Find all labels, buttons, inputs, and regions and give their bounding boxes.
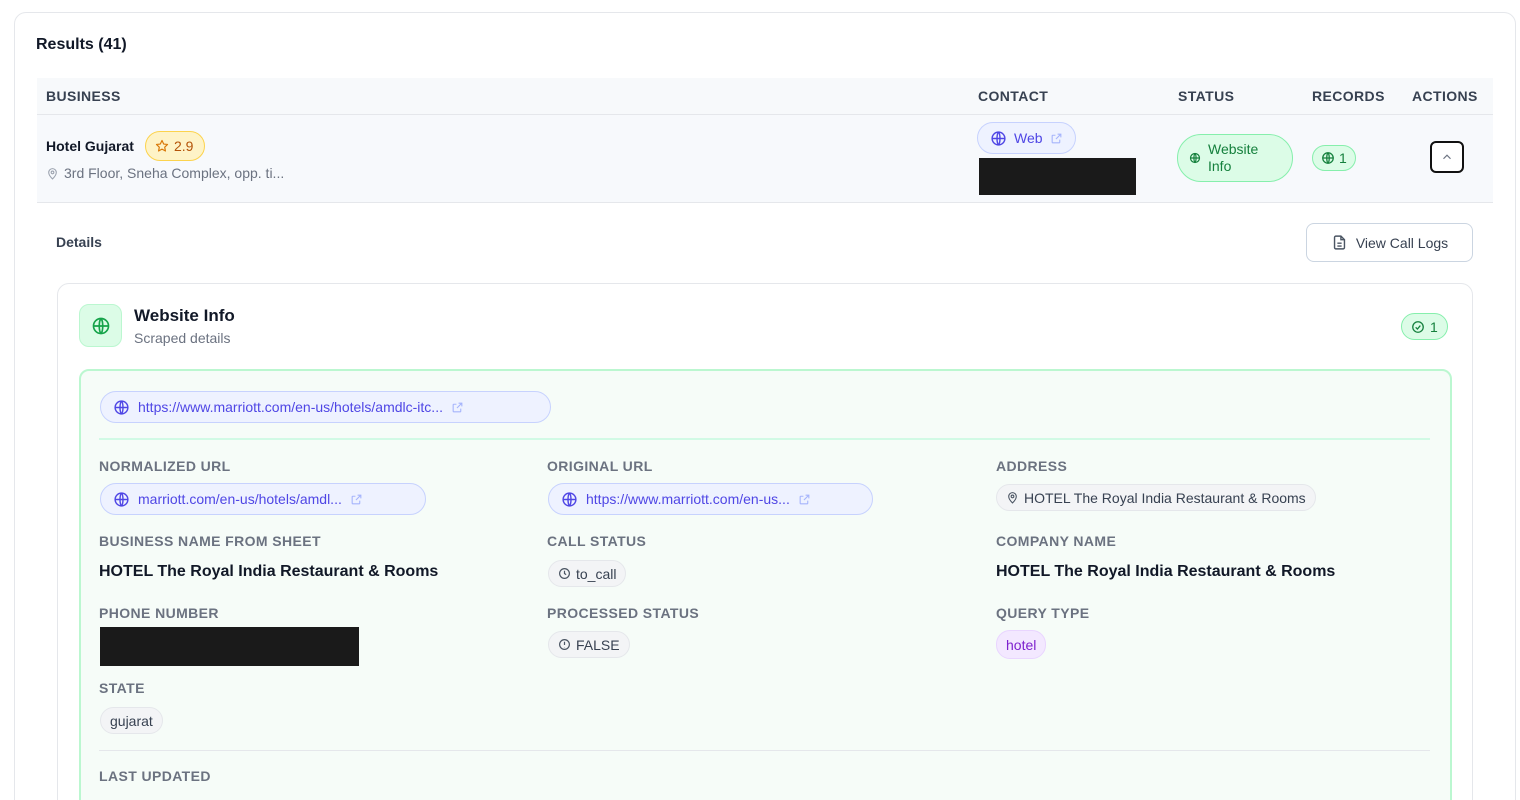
- rating-badge: 2.9: [145, 131, 206, 161]
- panel-title: Website Info: [134, 306, 235, 325]
- results-title: Results (41): [36, 36, 127, 53]
- original-url-label: ORIGINAL URL: [547, 458, 653, 474]
- state-label: STATE: [99, 680, 145, 696]
- check-circle-icon: [1411, 320, 1425, 334]
- header-status: STATUS: [1178, 88, 1235, 104]
- status-line-2: Info: [1208, 158, 1232, 174]
- normalized-url-text: marriott.com/en-us/hotels/amdl...: [138, 491, 342, 507]
- state-value: gujarat: [110, 712, 153, 729]
- panel-subtitle: Scraped details: [134, 330, 231, 346]
- status-line-1: Website: [1208, 140, 1259, 157]
- collapse-row-button[interactable]: [1430, 141, 1464, 173]
- call-status-value: to_call: [576, 565, 617, 582]
- chevron-up-icon: [1440, 150, 1454, 164]
- call-status-label: CALL STATUS: [547, 533, 647, 549]
- business-name-value: HOTEL The Royal India Restaurant & Rooms: [99, 563, 439, 580]
- globe-icon: [990, 130, 1007, 147]
- records-count: 1: [1339, 150, 1347, 166]
- business-address: 3rd Floor, Sneha Complex, opp. ti...: [46, 165, 284, 181]
- view-call-logs-button[interactable]: View Call Logs: [1306, 223, 1473, 262]
- divider: [99, 750, 1430, 751]
- panel-count-badge: 1: [1401, 313, 1448, 340]
- query-type-label: QUERY TYPE: [996, 605, 1090, 621]
- address-label: ADDRESS: [996, 458, 1068, 474]
- details-label: Details: [56, 234, 102, 250]
- divider: [99, 438, 1430, 440]
- external-link-icon: [798, 493, 811, 506]
- address-value: HOTEL The Royal India Restaurant & Rooms: [1024, 489, 1306, 506]
- globe-icon: [113, 491, 130, 508]
- website-record-card: [79, 369, 1452, 800]
- alert-circle-icon: [558, 638, 571, 651]
- rating-value: 2.9: [174, 138, 194, 154]
- original-url-text: https://www.marriott.com/en-us...: [586, 491, 790, 507]
- call-status-chip: to_call: [548, 560, 627, 587]
- phone-number-label: PHONE NUMBER: [99, 605, 219, 621]
- globe-icon: [91, 316, 111, 336]
- header-business: BUSINESS: [46, 88, 121, 104]
- phone-number-redacted: [100, 627, 359, 666]
- normalized-url-link[interactable]: marriott.com/en-us/hotels/amdl...: [100, 483, 426, 515]
- business-name: Hotel Gujarat: [46, 138, 134, 154]
- external-link-icon: [1050, 132, 1063, 145]
- document-icon: [1331, 234, 1348, 251]
- table-header: BUSINESS CONTACT STATUS RECORDS ACTIONS: [37, 78, 1493, 115]
- header-actions: ACTIONS: [1412, 88, 1478, 104]
- processed-status-label: PROCESSED STATUS: [547, 605, 700, 621]
- star-icon: [155, 139, 169, 153]
- clock-icon: [558, 567, 571, 580]
- main-url-text: https://www.marriott.com/en-us/hotels/am…: [138, 399, 443, 415]
- web-label: Web: [1014, 130, 1043, 146]
- globe-icon: [1189, 152, 1201, 164]
- globe-icon: [561, 491, 578, 508]
- query-type-value: hotel: [1006, 636, 1037, 653]
- globe-icon: [1321, 151, 1335, 165]
- status-badge: Website Info: [1177, 134, 1293, 182]
- contact-phone-redacted: [979, 158, 1136, 195]
- company-name-label: COMPANY NAME: [996, 533, 1117, 549]
- panel-count: 1: [1430, 318, 1438, 335]
- original-url-link[interactable]: https://www.marriott.com/en-us...: [548, 483, 873, 515]
- external-link-icon: [451, 401, 464, 414]
- company-name-value: HOTEL The Royal India Restaurant & Rooms: [996, 563, 1336, 580]
- state-chip: gujarat: [100, 707, 163, 734]
- last-updated-label: LAST UPDATED: [99, 768, 211, 784]
- main-url-link[interactable]: https://www.marriott.com/en-us/hotels/am…: [100, 391, 551, 423]
- processed-status-chip: FALSE: [548, 631, 630, 658]
- query-type-chip: hotel: [996, 630, 1047, 659]
- table-row[interactable]: Hotel Gujarat 2.9 3rd Floor, Sneha Compl…: [37, 115, 1493, 203]
- header-records: RECORDS: [1312, 88, 1385, 104]
- website-info-icon-box: [79, 304, 122, 347]
- view-call-logs-label: View Call Logs: [1355, 234, 1449, 251]
- processed-status-value: FALSE: [576, 636, 620, 653]
- records-badge: 1: [1312, 145, 1356, 171]
- contact-web-link[interactable]: Web: [977, 122, 1076, 154]
- address-text: 3rd Floor, Sneha Complex, opp. ti...: [64, 165, 285, 181]
- normalized-url-label: NORMALIZED URL: [99, 458, 231, 474]
- map-pin-icon: [46, 167, 59, 180]
- business-name-label: BUSINESS NAME FROM SHEET: [99, 533, 321, 549]
- address-chip: HOTEL The Royal India Restaurant & Rooms: [996, 484, 1316, 511]
- map-pin-icon: [1006, 491, 1019, 504]
- globe-icon: [113, 399, 130, 416]
- external-link-icon: [350, 493, 363, 506]
- header-contact: CONTACT: [978, 88, 1049, 104]
